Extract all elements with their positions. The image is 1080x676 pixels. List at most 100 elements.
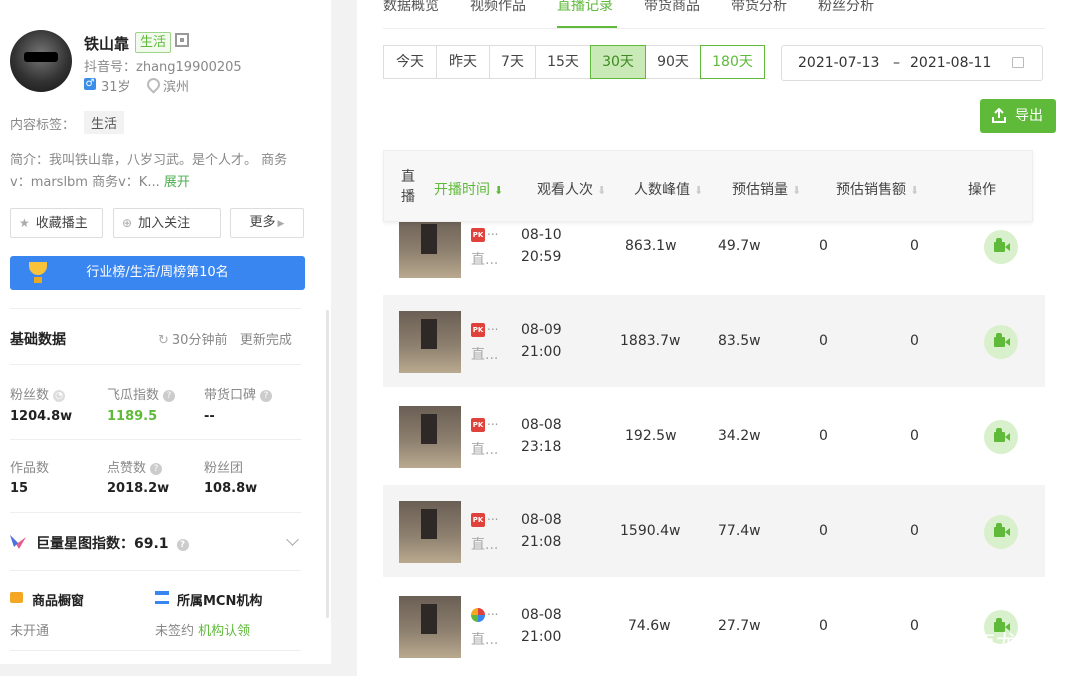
- likes-value: 2018.2w: [107, 481, 170, 496]
- start-time: 21:08: [521, 534, 562, 550]
- video-camera-icon[interactable]: [984, 325, 1018, 359]
- range-30d[interactable]: 30天: [590, 45, 646, 79]
- tab-fans-analysis[interactable]: 粉丝分析: [818, 0, 874, 15]
- pie-icon[interactable]: ◔: [53, 390, 66, 402]
- live-subtitle: 直...: [471, 252, 499, 268]
- col-views-label: 观看人次: [537, 182, 593, 198]
- views: 863.1w: [625, 238, 677, 254]
- video-camera-icon[interactable]: [984, 230, 1018, 264]
- age: 31岁: [101, 80, 131, 95]
- sort-icon: ⬇: [910, 184, 920, 197]
- sort-icon: ⬇: [694, 184, 704, 197]
- likes-label-text: 点赞数: [107, 461, 147, 476]
- follow-label: 加入关注: [138, 216, 191, 231]
- video-camera-icon[interactable]: [984, 515, 1018, 549]
- tab-products[interactable]: 带货商品: [644, 0, 700, 15]
- fan-club-value: 108.8w: [204, 481, 258, 496]
- fans-label-text: 粉丝数: [10, 388, 50, 403]
- live-thumbnail[interactable]: [399, 501, 461, 563]
- amount: 0: [910, 333, 919, 349]
- live-thumbnail[interactable]: [399, 596, 461, 658]
- amount: 0: [910, 428, 919, 444]
- range-today[interactable]: 今天: [383, 45, 437, 79]
- live-title-ellipsis: ...: [487, 509, 499, 523]
- update-status[interactable]: ↻ 30分钟前 更新完成: [158, 329, 292, 348]
- qrcode-icon[interactable]: [175, 33, 189, 47]
- range-180d[interactable]: 180天: [700, 45, 765, 79]
- more-button[interactable]: 更多 ▶: [230, 208, 304, 238]
- avatar[interactable]: [10, 30, 72, 92]
- male-icon: ♂: [84, 78, 96, 90]
- help-icon[interactable]: ?: [150, 463, 163, 475]
- range-yesterday[interactable]: 昨天: [436, 45, 490, 79]
- live-subtitle: 直...: [471, 537, 499, 553]
- help-icon[interactable]: ?: [163, 390, 176, 402]
- location-icon: [144, 75, 163, 94]
- sales: 0: [819, 333, 828, 349]
- pk-icon: PK: [471, 513, 485, 527]
- mcn-status: 未签约 机构认领: [155, 620, 250, 639]
- caret-right-icon: ▶: [277, 219, 285, 229]
- start-date: 08-08: [521, 417, 562, 433]
- live-thumbnail[interactable]: [399, 406, 461, 468]
- shop-icon: [10, 592, 23, 603]
- divider: [10, 570, 301, 571]
- start-date: 08-08: [521, 607, 562, 623]
- live-thumbnail[interactable]: [399, 311, 461, 373]
- content-tags-label: 内容标签：: [10, 118, 76, 133]
- range-90d[interactable]: 90天: [645, 45, 701, 79]
- range-7d[interactable]: 7天: [489, 45, 536, 79]
- chevron-down-icon[interactable]: [286, 533, 299, 546]
- upload-icon: [992, 108, 1006, 123]
- export-button[interactable]: 导出: [980, 99, 1056, 133]
- works-label: 作品数: [10, 461, 50, 476]
- collect-button[interactable]: ★ 收藏播主: [10, 208, 103, 238]
- sort-icon: ⬇: [792, 184, 802, 197]
- sort-desc-icon: ⬇: [494, 184, 504, 197]
- pinwheel-icon: [471, 608, 485, 622]
- divider: [10, 439, 301, 440]
- col-amount[interactable]: 预估销售额 ⬇: [836, 179, 919, 199]
- plus-circle-icon: ⊕: [122, 216, 133, 230]
- table-row[interactable]: PK ... 直... 08-08 21:08 1590.4w 77.4w 0 …: [383, 485, 1045, 577]
- col-start-time[interactable]: 开播时间 ⬇: [434, 179, 503, 199]
- start-time: 21:00: [521, 344, 562, 360]
- date-end: 2021-08-11: [910, 55, 992, 71]
- live-thumbnail[interactable]: [399, 216, 461, 278]
- rank-banner[interactable]: 行业榜/生活/周榜第10名: [10, 256, 305, 290]
- refresh-icon: ↻: [158, 333, 169, 348]
- video-camera-icon[interactable]: [984, 420, 1018, 454]
- intro-expand-link[interactable]: 展开: [164, 175, 190, 190]
- streamer-name: 铁山靠: [84, 35, 130, 53]
- col-peak[interactable]: 人数峰值 ⬇: [634, 179, 703, 199]
- category-badge: 生活: [135, 32, 172, 53]
- intro: 简介：我叫铁山靠，八岁习武。是个人才。 商务v：marslbm 商务v：K...…: [10, 150, 305, 194]
- col-sales-label: 预估销量: [732, 182, 788, 198]
- mcn-claim-link[interactable]: 机构认领: [198, 624, 250, 639]
- tab-overview[interactable]: 数据概览: [383, 0, 439, 15]
- live-subtitle: 直...: [471, 442, 499, 458]
- table-row[interactable]: PK ... 直... 08-08 23:18 192.5w 34.2w 0 0: [383, 390, 1045, 482]
- range-15d[interactable]: 15天: [535, 45, 591, 79]
- scrollbar[interactable]: [326, 310, 329, 618]
- col-views[interactable]: 观看人次 ⬇: [537, 179, 606, 199]
- table-row[interactable]: ... 直... 08-08 21:00 74.6w 27.7w 0 0: [383, 580, 1045, 676]
- help-icon[interactable]: ?: [176, 539, 189, 551]
- follow-button[interactable]: ⊕ 加入关注: [113, 208, 221, 238]
- tab-live-records[interactable]: 直播记录: [557, 0, 613, 15]
- help-icon[interactable]: ?: [260, 390, 273, 402]
- shop-window-value: 未开通: [10, 624, 50, 639]
- tab-sales-analysis[interactable]: 带货分析: [731, 0, 787, 15]
- table-row[interactable]: PK ... 直... 08-09 21:00 1883.7w 83.5w 0 …: [383, 295, 1045, 387]
- date-range-picker[interactable]: 2021-07-13 – 2021-08-11: [781, 45, 1043, 81]
- basic-data-title: 基础数据: [10, 332, 66, 348]
- content-tag-chip[interactable]: 生活: [84, 111, 125, 134]
- star-index-text: 巨量星图指数：69.1: [36, 536, 169, 552]
- tab-videos[interactable]: 视频作品: [470, 0, 526, 15]
- col-sales[interactable]: 预估销量 ⬇: [732, 179, 801, 199]
- sales: 0: [819, 523, 828, 539]
- rank-banner-text: 行业榜/生活/周榜第10名: [86, 265, 229, 280]
- watermark: 河南龙网: [949, 632, 1042, 657]
- live-subtitle: 直...: [471, 632, 499, 648]
- col-live: 直 播: [401, 169, 415, 205]
